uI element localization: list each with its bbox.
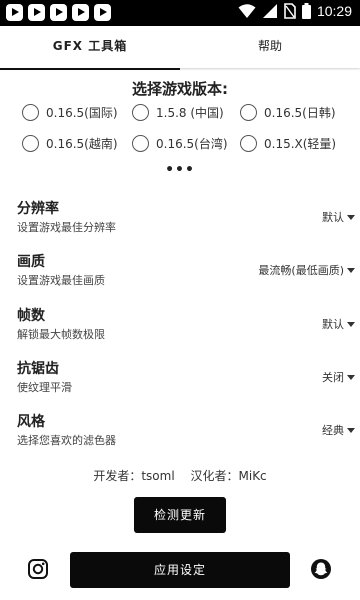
- setting-description: 设置游戏最佳画质: [17, 274, 105, 287]
- dropdown-value: 默认: [322, 211, 344, 224]
- setting-style: 风格 选择您喜欢的滤色器 经典: [17, 411, 355, 451]
- snapchat-icon[interactable]: [310, 558, 332, 580]
- version-option-lite[interactable]: 0.15.X(轻量): [240, 135, 336, 152]
- version-option-label: 0.16.5(国际): [46, 106, 118, 120]
- radio-button[interactable]: [240, 104, 257, 121]
- version-option-taiwan[interactable]: 0.16.5(台湾): [132, 135, 240, 152]
- caret-down-icon: [347, 374, 355, 380]
- setting-title: 抗锯齿: [17, 361, 59, 377]
- dropdown-value: 经典: [322, 424, 344, 437]
- setting-title: 帧数: [17, 308, 45, 324]
- version-option-label: 0.16.5(台湾): [156, 137, 228, 151]
- wifi-icon: [238, 4, 256, 18]
- version-row-2: 0.16.5(越南) 0.16.5(台湾) 0.15.X(轻量): [22, 135, 336, 152]
- setting-fps: 帧数 解锁最大帧数极限 默认: [17, 305, 355, 345]
- fps-dropdown[interactable]: 默认: [322, 316, 355, 332]
- version-option-vietnam[interactable]: 0.16.5(越南): [22, 135, 132, 152]
- version-option-label: 0.16.5(日韩): [264, 106, 336, 120]
- app-icon: [50, 4, 67, 21]
- app-icon: [6, 4, 23, 21]
- version-option-label: 0.16.5(越南): [46, 137, 118, 151]
- caret-down-icon: [347, 267, 355, 273]
- more-versions-indicator[interactable]: •••: [0, 162, 360, 178]
- style-dropdown[interactable]: 经典: [322, 422, 355, 438]
- radio-button[interactable]: [240, 135, 257, 152]
- dropdown-value: 默认: [322, 318, 344, 331]
- setting-description: 解锁最大帧数极限: [17, 328, 105, 341]
- instagram-icon[interactable]: [27, 558, 49, 580]
- status-bar: 10:29: [0, 0, 360, 26]
- setting-anti-aliasing: 抗锯齿 使纹理平滑 关闭: [17, 358, 355, 398]
- caret-down-icon: [347, 427, 355, 433]
- setting-title: 风格: [17, 414, 45, 430]
- apply-settings-button[interactable]: 应用设定: [70, 552, 290, 588]
- anti-aliasing-dropdown[interactable]: 关闭: [322, 369, 355, 385]
- check-update-button[interactable]: 检测更新: [134, 497, 226, 533]
- setting-graphics-quality: 画质 设置游戏最佳画质 最流畅(最低画质): [17, 251, 355, 291]
- app-icon: [28, 4, 45, 21]
- version-option-global[interactable]: 0.16.5(国际): [22, 104, 132, 121]
- setting-title: 分辨率: [17, 201, 59, 217]
- setting-description: 选择您喜欢的滤色器: [17, 434, 116, 447]
- version-option-label: 1.5.8 (中国): [156, 106, 224, 120]
- version-option-label: 0.15.X(轻量): [264, 137, 337, 151]
- tab-help[interactable]: 帮助: [180, 26, 360, 68]
- setting-description: 使纹理平滑: [17, 381, 72, 394]
- app-icon: [94, 4, 111, 21]
- caret-down-icon: [347, 214, 355, 220]
- version-row-1: 0.16.5(国际) 1.5.8 (中国) 0.16.5(日韩): [22, 104, 336, 121]
- dropdown-value: 最流畅(最低画质): [258, 264, 344, 277]
- no-sim-icon: [284, 3, 296, 19]
- radio-button[interactable]: [22, 135, 39, 152]
- status-time: 10:29: [316, 3, 352, 19]
- setting-resolution: 分辨率 设置游戏最佳分辨率 默认: [17, 198, 355, 238]
- radio-button[interactable]: [132, 104, 149, 121]
- resolution-dropdown[interactable]: 默认: [322, 209, 355, 225]
- credits: 开发者：tsoml 汉化者：MiKc: [0, 467, 360, 484]
- signal-icon: [262, 4, 277, 18]
- radio-button[interactable]: [132, 135, 149, 152]
- graphics-dropdown[interactable]: 最流畅(最低画质): [258, 262, 355, 278]
- version-option-china[interactable]: 1.5.8 (中国): [132, 104, 240, 121]
- battery-icon: [301, 3, 311, 19]
- app-icon: [72, 4, 89, 21]
- radio-button[interactable]: [22, 104, 39, 121]
- notification-icons: [6, 4, 111, 21]
- caret-down-icon: [347, 321, 355, 327]
- tab-gfx-toolbox[interactable]: GFX 工具箱: [0, 26, 180, 70]
- setting-description: 设置游戏最佳分辨率: [17, 221, 116, 234]
- setting-title: 画质: [17, 254, 45, 270]
- developer-credit: 开发者：tsoml: [93, 469, 175, 483]
- version-title: 选择游戏版本:: [132, 80, 228, 98]
- version-option-korea-japan[interactable]: 0.16.5(日韩): [240, 104, 336, 121]
- translator-credit: 汉化者：MiKc: [190, 469, 267, 483]
- dropdown-value: 关闭: [322, 371, 344, 384]
- tab-bar: GFX 工具箱 帮助: [0, 26, 360, 70]
